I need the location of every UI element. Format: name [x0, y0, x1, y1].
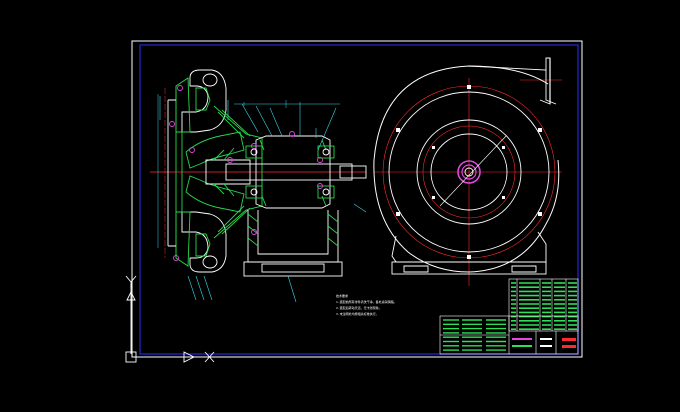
bearing-right-lower — [317, 185, 335, 199]
upper-volute-passage — [202, 73, 218, 87]
bolt-hole — [467, 85, 471, 89]
title-block-marks — [512, 338, 576, 348]
balloon-marker — [169, 121, 175, 127]
title-mark-white — [540, 338, 552, 340]
front-view[interactable] — [373, 57, 562, 286]
technical-notes: 技术要求 1.装配前所有零件清洗干净，各处涂润滑脂。 2.装配后转动灵活，无卡滞… — [336, 293, 397, 317]
title-mark-red — [562, 345, 576, 348]
bolt-hole — [467, 255, 471, 259]
section-view[interactable] — [150, 69, 367, 303]
impeller-lower — [185, 175, 245, 213]
bolt-hole — [538, 212, 542, 216]
bolt-hole — [396, 212, 400, 216]
cad-drawing-canvas[interactable] — [0, 0, 680, 412]
ucs-icon-y — [125, 275, 137, 354]
bolt-hole — [502, 196, 505, 199]
ucs-y-letter — [125, 275, 137, 288]
title-block[interactable] — [439, 315, 579, 355]
bolt-hole — [538, 128, 542, 132]
bearing-ball-4 — [322, 188, 330, 196]
title-mark-magenta — [512, 338, 532, 340]
base-plate-inner — [261, 263, 325, 273]
balloon-marker — [177, 85, 183, 91]
bearing-right — [317, 145, 335, 159]
dimension-lines — [157, 94, 340, 248]
bolt-hole — [396, 128, 400, 132]
title-mark-red — [562, 338, 576, 341]
bolt-hole — [432, 146, 435, 149]
notes-line-3: 3.未注明处均按相关标准执行。 — [336, 312, 379, 316]
pedestal-hatch — [247, 213, 339, 247]
bearing-left — [245, 145, 263, 159]
bolt-hole — [432, 196, 435, 199]
pedestal — [247, 210, 339, 263]
bolt-hole — [502, 146, 505, 149]
bearing-left-lower — [245, 185, 263, 199]
lower-volute-passage — [202, 255, 218, 269]
bearing-housing-hatch — [259, 139, 327, 207]
title-mark-green — [512, 345, 532, 347]
section-cut-line — [439, 135, 507, 207]
part-leaders-bottom — [187, 203, 367, 303]
front-base-slots — [403, 265, 537, 273]
title-mark-white — [540, 345, 552, 347]
bom-rows — [511, 282, 577, 331]
balloon-marker — [189, 147, 195, 153]
